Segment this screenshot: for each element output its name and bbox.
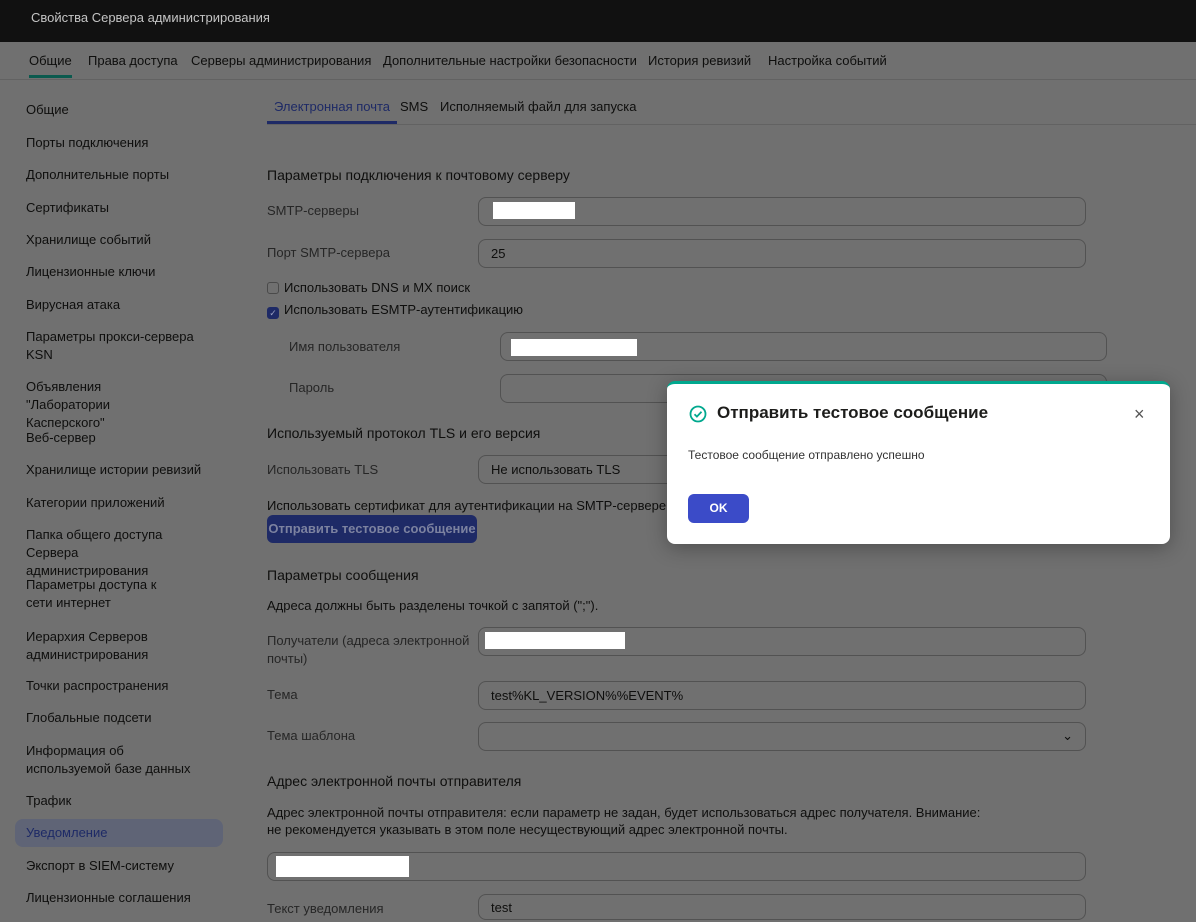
section-heading: Параметры сообщения [267, 567, 419, 583]
sidebar-item[interactable]: Дополнительные порты [15, 166, 223, 184]
sidebar-item[interactable]: Категории приложений [15, 494, 223, 512]
sidebar-item[interactable]: Сертификаты [15, 199, 223, 217]
esmtp-checkbox[interactable]: ✓ Использовать ESMTP-аутентификацию [267, 301, 523, 319]
use-tls-label: Использовать TLS [267, 462, 379, 477]
notify-text-label: Текст уведомления [267, 901, 384, 916]
username-label: Имя пользователя [289, 339, 401, 354]
send-test-message-button[interactable]: Отправить тестовое сообщение [267, 515, 477, 543]
subtab-email[interactable]: Электронная почта [267, 99, 398, 124]
section-heading: Адрес электронной почты отправителя [267, 773, 522, 789]
redacted-value [276, 856, 409, 877]
checkbox-unchecked-icon[interactable] [267, 282, 279, 294]
close-icon[interactable]: × [1134, 404, 1145, 425]
subtab-sms[interactable]: SMS [400, 99, 428, 114]
sidebar-item[interactable]: Точки распространения [15, 677, 223, 695]
smtp-port-label: Порт SMTP-сервера [267, 245, 390, 260]
sidebar-item[interactable]: Вирусная атака [15, 296, 223, 314]
section-heading: Используемый протокол TLS и его версия [267, 425, 541, 441]
test-message-dialog: Отправить тестовое сообщение × Тестовое … [667, 381, 1170, 544]
sidebar-item[interactable]: Папка общего доступа Сервера администрир… [15, 526, 215, 580]
subject-template-select[interactable]: ⌄ [478, 722, 1086, 751]
redacted-value [511, 339, 637, 356]
cert-label: Использовать сертификат для аутентификац… [267, 498, 667, 513]
esmtp-label: Использовать ESMTP-аутентификацию [284, 302, 524, 317]
window-title: Свойства Сервера администрирования [0, 0, 1196, 42]
redacted-value [493, 202, 575, 219]
redacted-value [485, 632, 625, 649]
dns-mx-label: Использовать DNS и MX поиск [284, 280, 471, 295]
sidebar-item[interactable]: Веб-сервер [15, 429, 223, 447]
tab-security-settings[interactable]: Дополнительные настройки безопасности [383, 53, 637, 68]
sender-hint: не рекомендуется указывать в этом поле н… [267, 822, 788, 837]
checkmark-icon[interactable]: ✓ [267, 307, 279, 319]
sidebar-item[interactable]: Параметры прокси-сервера KSN [15, 328, 205, 364]
sidebar-item[interactable]: Хранилище истории ревизий [15, 461, 223, 479]
notify-text-input[interactable]: test [478, 894, 1086, 920]
sidebar-item[interactable]: Лицензионные соглашения [15, 889, 223, 907]
subject-template-label: Тема шаблона [267, 728, 356, 743]
sidebar-item[interactable]: Хранилище событий [15, 231, 223, 249]
sidebar-item[interactable]: Объявления "Лаборатории Касперского" [15, 378, 195, 432]
tab-access-rights[interactable]: Права доступа [88, 53, 178, 68]
sidebar-item[interactable]: Иерархия Серверов администрирования [15, 628, 165, 664]
dialog-message: Тестовое сообщение отправлено успешно [688, 448, 925, 462]
ok-button[interactable]: OK [688, 494, 749, 523]
sidebar-item[interactable]: Лицензионные ключи [15, 263, 223, 281]
smtp-servers-label: SMTP-серверы [267, 203, 359, 218]
recipients-label: Получатели (адреса электронной почты) [267, 633, 470, 666]
sidebar-item[interactable]: Глобальные подсети [15, 709, 223, 727]
sidebar-item[interactable]: Информация об используемой базе данных [15, 742, 215, 778]
msg-hint: Адреса должны быть разделены точкой с за… [267, 598, 599, 613]
subject-input[interactable]: test%KL_VERSION%%EVENT% [478, 681, 1086, 710]
success-check-icon [689, 405, 707, 423]
password-label: Пароль [289, 380, 335, 395]
subtab-executable[interactable]: Исполняемый файл для запуска [440, 99, 637, 114]
divider [267, 124, 1196, 125]
sidebar-item[interactable]: Общие [15, 101, 223, 119]
sidebar-item[interactable]: Трафик [15, 792, 223, 810]
tab-event-settings[interactable]: Настройка событий [768, 53, 887, 68]
tab-general[interactable]: Общие [29, 53, 72, 78]
dns-mx-checkbox[interactable]: Использовать DNS и MX поиск [267, 279, 470, 297]
chevron-down-icon: ⌄ [1062, 728, 1073, 743]
smtp-port-input[interactable]: 25 [478, 239, 1086, 268]
sidebar-item[interactable]: Порты подключения [15, 134, 223, 152]
sidebar-item[interactable]: Экспорт в SIEM-систему [15, 857, 223, 875]
top-tabs: Общие Права доступа Серверы администриро… [0, 42, 1196, 80]
sender-hint: Адрес электронной почты отправителя: есл… [267, 805, 981, 820]
sidebar-item[interactable]: Параметры доступа к сети интернет [15, 576, 190, 612]
sidebar-item-notification[interactable]: Уведомление [15, 819, 223, 847]
section-heading: Параметры подключения к почтовому сервер… [267, 167, 570, 183]
tab-revision-history[interactable]: История ревизий [648, 53, 751, 68]
tab-admin-servers[interactable]: Серверы администрирования [191, 53, 371, 68]
dialog-title: Отправить тестовое сообщение [717, 403, 989, 422]
subject-label: Тема [267, 687, 298, 702]
